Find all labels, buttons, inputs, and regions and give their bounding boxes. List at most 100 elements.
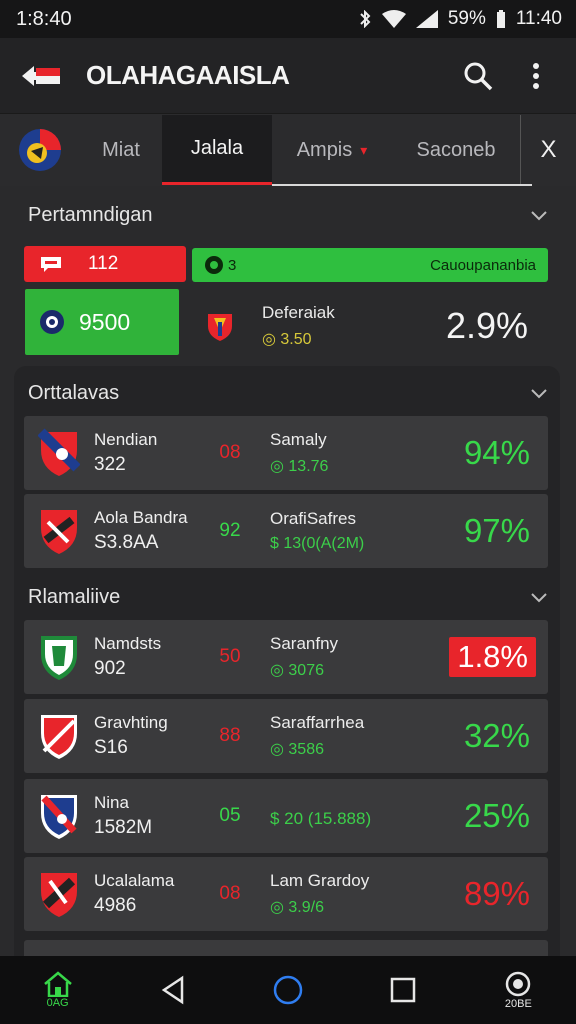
wifi-icon bbox=[381, 10, 406, 28]
back-button[interactable] bbox=[20, 62, 62, 90]
team-info: Aola Bandra S3.8AA bbox=[94, 508, 202, 554]
match-score: 88 bbox=[219, 725, 241, 746]
search-button[interactable] bbox=[458, 56, 498, 96]
win-percent: 32% bbox=[463, 717, 530, 754]
opponent-info: OrafiSafres $ 13(0(A(2M) bbox=[270, 509, 464, 553]
team-name: Aola Bandra bbox=[94, 508, 188, 527]
opponent-odds: $ 20 (15.888) bbox=[270, 809, 372, 828]
win-percent-badge: 1.8% bbox=[449, 637, 536, 677]
back-flag-icon bbox=[22, 65, 60, 86]
feature-percent: 2.9% bbox=[445, 305, 528, 346]
opponent-odds: ◎ 3.9/6 bbox=[270, 897, 464, 917]
nav-home-circle[interactable] bbox=[253, 960, 323, 1020]
tab-jalala[interactable]: Jalala bbox=[162, 115, 272, 185]
green-stat-bar[interactable]: 3 Cauoupananbia bbox=[192, 248, 548, 282]
circle-home-icon bbox=[273, 975, 303, 1005]
opponent-name: Saraffarrhea bbox=[270, 713, 365, 732]
nav-extra[interactable]: 20BE bbox=[483, 960, 553, 1020]
match-row[interactable]: Nendian 322 08 Samaly ◎ 13.76 94% bbox=[24, 416, 548, 490]
odds-coin-icon: ◎ bbox=[262, 331, 281, 348]
triangle-back-icon bbox=[161, 975, 184, 1005]
opponent-odds-value: 3586 bbox=[288, 741, 324, 758]
red-bar-value: 112 bbox=[88, 253, 119, 274]
square-recents-icon bbox=[390, 977, 416, 1003]
caret-down-icon: ▾ bbox=[360, 141, 368, 158]
opponent-info: Saraffarrhea ◎ 3586 bbox=[270, 713, 464, 759]
team-sub: 322 bbox=[94, 454, 126, 475]
tab-ampis[interactable]: Ampis ▾ bbox=[272, 115, 392, 185]
team-info: Nendian 322 bbox=[94, 430, 202, 476]
nav-recents[interactable] bbox=[368, 960, 438, 1020]
opponent-odds: ◎ 3586 bbox=[270, 739, 464, 759]
green-bar-left-value: 3 bbox=[228, 256, 237, 274]
bottom-nav: 0AG 20BE bbox=[0, 956, 576, 1024]
match-row[interactable]: Namdsts 902 50 Saranfny ◎ 3076 1.8% bbox=[24, 620, 548, 694]
ball-icon bbox=[205, 256, 223, 274]
opponent-name: Samaly bbox=[270, 430, 327, 449]
green-value-box[interactable]: 9500 bbox=[25, 289, 179, 355]
opponent-info: Lam Grardoy ◎ 3.9/6 bbox=[270, 871, 464, 917]
close-tab-button[interactable]: X bbox=[520, 115, 576, 185]
match-score: 92 bbox=[219, 520, 241, 541]
target-icon bbox=[506, 971, 531, 997]
win-percent: 97% bbox=[463, 512, 530, 549]
win-percent: 25% bbox=[463, 797, 530, 834]
opponent-info: Samaly ◎ 13.76 bbox=[270, 430, 464, 476]
opponent-odds-value: 13(0(A(2M) bbox=[283, 535, 365, 552]
more-button[interactable] bbox=[516, 56, 556, 96]
opponent-odds: $ 13(0(A(2M) bbox=[270, 535, 464, 553]
green-bar-right-text: Cauoupananbia bbox=[430, 256, 536, 274]
chevron-down-icon bbox=[531, 593, 547, 603]
feature-match[interactable]: Deferaiak ◎ 3.50 2.9% bbox=[206, 296, 546, 356]
green-box-value: 9500 bbox=[79, 308, 131, 335]
match-score: 08 bbox=[219, 883, 241, 904]
match-score: 05 bbox=[219, 805, 241, 826]
team-sub: S16 bbox=[94, 737, 128, 758]
opponent-odds: ◎ 3076 bbox=[270, 660, 449, 680]
tab-ampis-label: Ampis bbox=[296, 138, 353, 161]
red-stat-bar[interactable]: 112 bbox=[24, 246, 186, 282]
feature-names: Deferaiak ◎ 3.50 bbox=[262, 303, 446, 349]
team-name: Namdsts bbox=[94, 634, 162, 653]
shield-icon bbox=[40, 310, 64, 334]
status-time-left: 1:8:40 bbox=[16, 7, 72, 30]
match-row[interactable]: Aola Bandra S3.8AA 92 OrafiSafres $ 13(0… bbox=[24, 494, 548, 568]
team-crest-icon bbox=[41, 715, 77, 759]
team-name: Ucalalama bbox=[94, 871, 175, 890]
opponent-odds-value: 13.76 bbox=[288, 458, 329, 475]
opponent-info: $ 20 (15.888) bbox=[270, 803, 464, 829]
win-percent: 89% bbox=[463, 875, 530, 912]
team-name: Nendian bbox=[94, 430, 158, 449]
match-score: 08 bbox=[219, 442, 241, 463]
match-row[interactable]: Gravhting S16 88 Saraffarrhea ◎ 3586 32% bbox=[24, 699, 548, 773]
section-header-orttalavas[interactable]: Orttalavas bbox=[0, 368, 576, 418]
league-logo-icon bbox=[19, 129, 61, 171]
match-row[interactable]: Ucalalama 4986 08 Lam Grardoy ◎ 3.9/6 89… bbox=[24, 857, 548, 931]
match-row[interactable]: Nina 1582M 05 $ 20 (15.888) 25% bbox=[24, 779, 548, 853]
nav-home[interactable]: 0AG bbox=[23, 960, 93, 1020]
tab-saconeb[interactable]: Saconeb bbox=[392, 115, 520, 185]
opponent-name: Saranfny bbox=[270, 634, 339, 653]
bluetooth-icon bbox=[360, 10, 371, 28]
nav-back[interactable] bbox=[138, 960, 208, 1020]
odds-dollar-icon: $ bbox=[270, 535, 284, 552]
team-crest-icon bbox=[41, 873, 77, 917]
team-sub: 1582M bbox=[94, 817, 153, 838]
team-name: Gravhting bbox=[94, 713, 168, 732]
team-name: Nina bbox=[94, 793, 129, 812]
feature-odds-value: 3.50 bbox=[280, 331, 312, 348]
odds-coin-icon: ◎ bbox=[270, 458, 289, 475]
section-header-rlamaliive[interactable]: Rlamaliive bbox=[0, 572, 576, 622]
section-title: Orttalavas bbox=[28, 381, 120, 404]
section-title: Rlamaliive bbox=[28, 585, 121, 608]
nav-home-label: 0AG bbox=[46, 997, 69, 1009]
chevron-down-icon bbox=[531, 389, 547, 399]
team-crest-icon bbox=[208, 314, 232, 341]
opponent-odds-value: 3076 bbox=[288, 662, 324, 679]
tab-miat[interactable]: Miat bbox=[80, 115, 162, 185]
tab-logo[interactable] bbox=[0, 115, 80, 185]
section-header-pertamndigan[interactable]: Pertamndigan bbox=[0, 190, 576, 240]
chevron-down-icon bbox=[531, 211, 547, 221]
status-icons: 59% 11:40 bbox=[358, 8, 562, 30]
app-title: OLAHAGAAISLA bbox=[86, 60, 290, 90]
